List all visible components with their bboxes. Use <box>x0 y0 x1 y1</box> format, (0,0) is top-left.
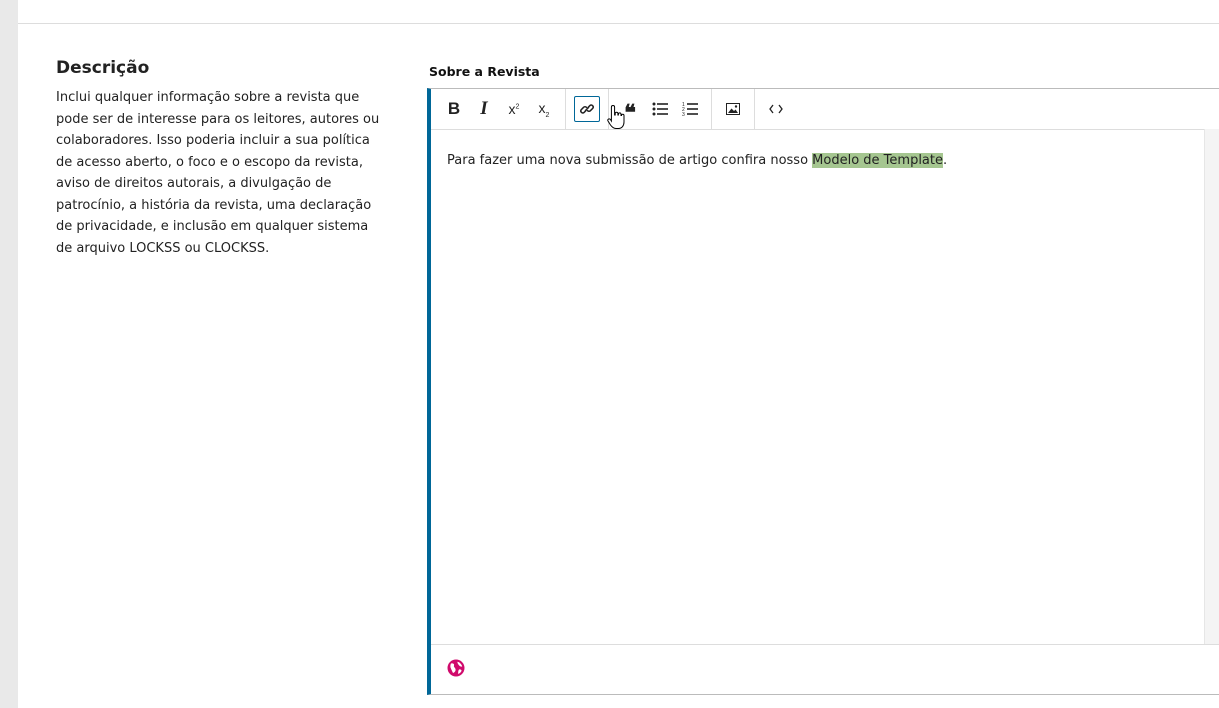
bold-button[interactable]: B <box>441 96 467 122</box>
rich-text-editor[interactable]: B I x2 x2 ❝ 1 2 3 Para fazer uma nova su… <box>427 88 1219 695</box>
editor-footer <box>431 644 1219 694</box>
blockquote-button[interactable]: ❝ <box>617 96 643 125</box>
subscript-button[interactable]: x2 <box>531 96 557 122</box>
block-group: ❝ 123 <box>609 89 712 129</box>
media-group <box>712 89 755 129</box>
superscript-button[interactable]: x2 <box>501 96 527 122</box>
link-icon <box>580 104 594 114</box>
bold-icon: B <box>447 99 461 118</box>
format-group: B I x2 x2 <box>431 89 566 129</box>
globe-icon[interactable] <box>447 659 465 677</box>
description-section: Descrição Inclui qualquer informação sob… <box>56 58 386 259</box>
numbered-list-button[interactable]: 123 <box>677 96 703 122</box>
content-text: Para fazer uma nova submissão de artigo … <box>447 153 813 168</box>
editor-content[interactable]: Para fazer uma nova submissão de artigo … <box>447 151 1199 171</box>
source-code-button[interactable] <box>763 96 789 122</box>
link-group <box>566 89 609 129</box>
content-text-end: . <box>943 153 948 168</box>
italic-button[interactable]: I <box>471 96 497 122</box>
image-icon <box>726 103 740 115</box>
code-icon <box>769 104 783 114</box>
description-title: Descrição <box>56 58 150 78</box>
selected-link-text[interactable]: Modelo de Template <box>812 153 943 168</box>
blockquote-icon: ❝ <box>624 100 636 125</box>
image-button[interactable] <box>720 96 746 122</box>
subscript-icon: x2 <box>538 99 550 119</box>
bullet-list-button[interactable] <box>647 96 673 122</box>
description-text: Inclui qualquer informação sobre a revis… <box>56 90 380 256</box>
source-group <box>755 89 797 129</box>
superscript-icon: x2 <box>508 101 520 117</box>
numbered-list-icon: 123 <box>682 102 698 117</box>
italic-icon: I <box>480 98 488 119</box>
editor-toolbar: B I x2 x2 ❝ 1 2 3 <box>431 89 1219 130</box>
svg-text:3: 3 <box>682 112 685 117</box>
link-button[interactable] <box>574 96 600 122</box>
bullet-list-icon <box>652 102 668 116</box>
editor-scrollbar[interactable] <box>1204 129 1219 645</box>
left-rail <box>0 0 18 708</box>
editor-label: Sobre a Revista <box>429 64 540 79</box>
top-divider <box>18 23 1219 24</box>
